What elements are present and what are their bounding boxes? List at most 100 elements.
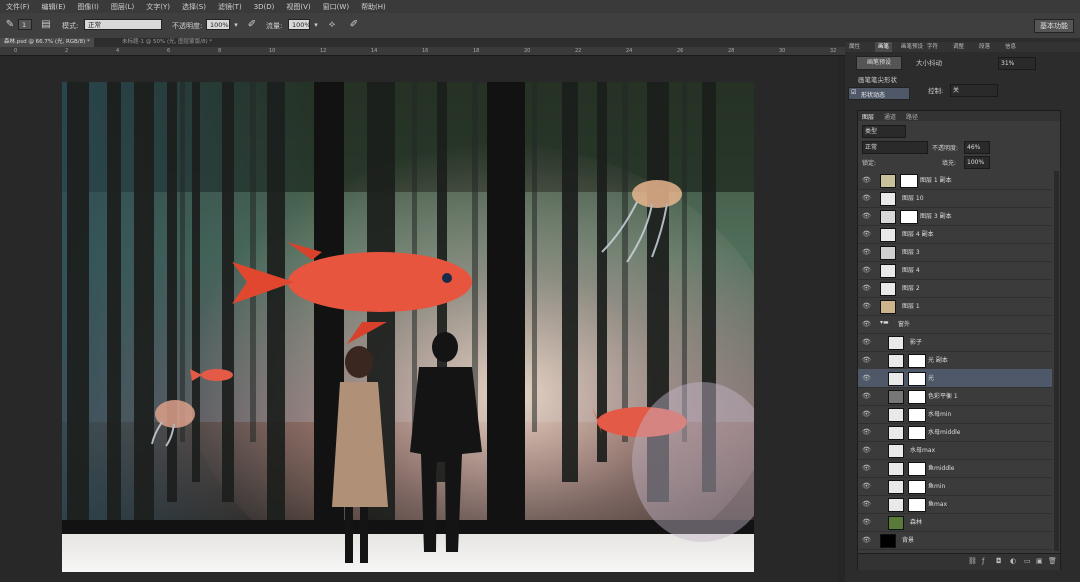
layer-thumbnail[interactable]: [888, 372, 904, 386]
visibility-eye-icon[interactable]: 👁: [862, 302, 871, 310]
brush-size-picker[interactable]: 1: [18, 19, 32, 30]
menu-item[interactable]: 窗口(W): [317, 2, 355, 12]
layer-mask-thumbnail[interactable]: [908, 480, 926, 494]
blend-mode-select[interactable]: 正常: [862, 141, 928, 154]
layer-row[interactable]: 👁 图层 2: [858, 279, 1052, 298]
menu-item[interactable]: 文字(Y): [140, 2, 176, 12]
tab-paths[interactable]: 路径: [906, 112, 918, 121]
menu-item[interactable]: 文件(F): [0, 2, 36, 12]
menu-item[interactable]: 视图(V): [280, 2, 316, 12]
layer-thumbnail[interactable]: [888, 426, 904, 440]
layer-row[interactable]: 👁 鱼max: [858, 495, 1052, 514]
folder-icon[interactable]: ▾▬: [880, 319, 889, 326]
layer-row[interactable]: 👁 森林: [858, 513, 1052, 532]
visibility-eye-icon[interactable]: 👁: [862, 374, 871, 382]
layer-row[interactable]: 👁 图层 3 副本: [858, 207, 1052, 226]
airbrush-icon[interactable]: ⟡: [326, 19, 338, 31]
tab-channels[interactable]: 通道: [884, 112, 896, 121]
fill-input[interactable]: 100%: [964, 156, 990, 169]
layer-thumbnail[interactable]: [880, 228, 896, 242]
artwork-canvas[interactable]: [62, 82, 754, 572]
layer-thumbnail[interactable]: [880, 282, 896, 296]
layer-mask-thumbnail[interactable]: [908, 426, 926, 440]
layer-row[interactable]: 👁 图层 4 副本: [858, 225, 1052, 244]
layer-mask-thumbnail[interactable]: [908, 354, 926, 368]
layer-thumbnail[interactable]: [888, 408, 904, 422]
add-mask-icon[interactable]: ◘: [996, 557, 1002, 565]
flow-input[interactable]: 100%: [288, 19, 310, 30]
visibility-eye-icon[interactable]: 👁: [862, 464, 871, 472]
layer-thumbnail[interactable]: [880, 192, 896, 206]
flow-dropdown-icon[interactable]: ▾: [310, 19, 322, 31]
layer-mask-thumbnail[interactable]: [908, 372, 926, 386]
layer-thumbnail[interactable]: [880, 174, 896, 188]
adjustment-layer-icon[interactable]: ◐: [1010, 557, 1016, 565]
visibility-eye-icon[interactable]: 👁: [862, 266, 871, 274]
layers-scrollbar[interactable]: [1054, 171, 1059, 551]
size-jitter-input[interactable]: 31%: [998, 57, 1036, 70]
layer-row[interactable]: 👁 鱼middle: [858, 459, 1052, 478]
visibility-eye-icon[interactable]: 👁: [862, 392, 871, 400]
brush-panel-tab[interactable]: 调整: [953, 42, 964, 52]
visibility-eye-icon[interactable]: 👁: [862, 446, 871, 454]
opacity-dropdown-icon[interactable]: ▾: [230, 19, 242, 31]
layer-mask-thumbnail[interactable]: [908, 498, 926, 512]
menu-item[interactable]: 帮助(H): [355, 2, 392, 12]
menu-item[interactable]: 编辑(E): [36, 2, 72, 12]
menu-item[interactable]: 3D(D): [248, 3, 281, 11]
tab-document-active[interactable]: 森林.psd @ 66.7% (光, RGB/8) *: [0, 38, 94, 47]
brush-panel-tab[interactable]: 信息: [1005, 42, 1016, 52]
pressure-opacity-icon[interactable]: ✐: [246, 19, 258, 31]
visibility-eye-icon[interactable]: 👁: [862, 176, 871, 184]
visibility-eye-icon[interactable]: 👁: [862, 356, 871, 364]
delete-layer-icon[interactable]: 🗑: [1048, 557, 1057, 565]
layer-mask-thumbnail[interactable]: [908, 462, 926, 476]
new-group-icon[interactable]: ▭: [1024, 557, 1031, 565]
tab-document[interactable]: 未标题-1 @ 50% (光, 图层蒙版/8) *: [118, 38, 216, 47]
tip-shape-label[interactable]: 画笔笔尖形状: [858, 74, 897, 84]
layer-row[interactable]: 👁 鱼min: [858, 477, 1052, 496]
pressure-size-icon[interactable]: ✐: [348, 19, 360, 31]
visibility-eye-icon[interactable]: 👁: [862, 500, 871, 508]
menu-item[interactable]: 图像(I): [71, 2, 105, 12]
control-select[interactable]: 关: [950, 84, 998, 97]
link-layers-icon[interactable]: ⛓: [968, 557, 977, 565]
layer-thumbnail[interactable]: [880, 534, 896, 548]
visibility-eye-icon[interactable]: 👁: [862, 482, 871, 490]
visibility-eye-icon[interactable]: 👁: [862, 194, 871, 202]
visibility-eye-icon[interactable]: 👁: [862, 248, 871, 256]
brush-panel-tab[interactable]: 属性: [849, 42, 860, 52]
layer-row[interactable]: 👁 水母min: [858, 405, 1052, 424]
layer-row[interactable]: 👁 ▾▬ 窗外: [858, 315, 1052, 334]
layer-row[interactable]: 👁 色彩平衡 1: [858, 387, 1052, 406]
visibility-eye-icon[interactable]: 👁: [862, 212, 871, 220]
layer-row[interactable]: 👁 图层 1 副本: [858, 171, 1052, 190]
layer-thumbnail[interactable]: [888, 498, 904, 512]
layer-thumbnail[interactable]: [888, 480, 904, 494]
layer-thumbnail[interactable]: [880, 246, 896, 260]
brush-tool-icon[interactable]: ✎: [4, 19, 16, 31]
layer-row[interactable]: 👁 图层 10: [858, 189, 1052, 208]
layer-thumbnail[interactable]: [888, 336, 904, 350]
layer-mask-thumbnail[interactable]: [908, 390, 926, 404]
brush-preset-button[interactable]: 画笔预设: [856, 56, 902, 70]
brush-panel-tab[interactable]: 画笔: [875, 42, 893, 52]
layer-row[interactable]: 👁 图层 4: [858, 261, 1052, 280]
visibility-eye-icon[interactable]: 👁: [862, 338, 871, 346]
layer-mask-thumbnail[interactable]: [908, 408, 926, 422]
visibility-eye-icon[interactable]: 👁: [862, 320, 871, 328]
layer-row[interactable]: 👁 光 副本: [858, 351, 1052, 370]
layer-mask-thumbnail[interactable]: [900, 210, 918, 224]
layer-thumbnail[interactable]: [880, 300, 896, 314]
layer-row[interactable]: 👁 背景: [858, 531, 1052, 550]
layer-row[interactable]: 👁 图层 1: [858, 297, 1052, 316]
menu-item[interactable]: 选择(S): [176, 2, 212, 12]
layer-thumbnail[interactable]: [888, 354, 904, 368]
layer-opacity-input[interactable]: 46%: [964, 141, 990, 154]
tab-layers[interactable]: 图层: [862, 112, 874, 121]
visibility-eye-icon[interactable]: 👁: [862, 410, 871, 418]
visibility-eye-icon[interactable]: 👁: [862, 536, 871, 544]
fx-icon[interactable]: ƒ: [982, 557, 984, 565]
layer-thumbnail[interactable]: [888, 516, 904, 530]
menu-item[interactable]: 图层(L): [105, 2, 140, 12]
